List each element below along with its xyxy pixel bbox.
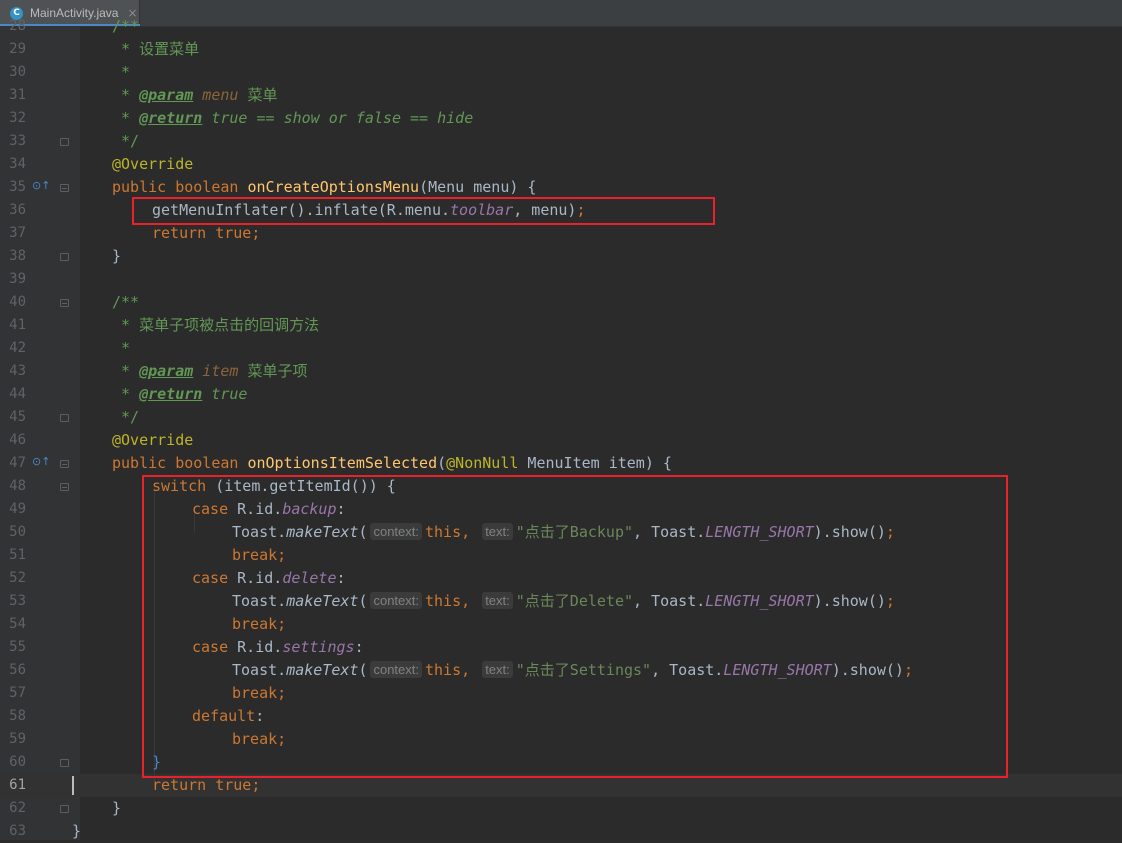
line-number: 56: [9, 662, 26, 678]
highlight-box-inflate: [132, 197, 715, 225]
line-number: 62: [9, 800, 26, 816]
highlight-box-switch: [142, 475, 1008, 778]
line-number: 31: [9, 87, 26, 103]
line-number: 54: [9, 616, 26, 632]
line-number: 47: [9, 455, 26, 471]
code-line-46: @Override: [112, 431, 194, 449]
line-number: 41: [9, 317, 26, 333]
line-number: 46: [9, 432, 26, 448]
line-number: 33: [9, 133, 26, 149]
code-line-34: @Override: [112, 155, 194, 173]
tab-title: MainActivity.java: [30, 6, 119, 20]
code-line-41: * 菜单子项被点击的回调方法: [112, 316, 320, 334]
fold-icon[interactable]: [60, 805, 69, 813]
fold-icon[interactable]: [60, 138, 69, 146]
code-line-30: *: [112, 63, 131, 81]
line-number: 36: [9, 202, 26, 218]
line-number: 53: [9, 593, 26, 609]
line-number: 59: [9, 731, 26, 747]
fold-icon[interactable]: [60, 759, 69, 767]
code-line-43: * @param item 菜单子项: [112, 362, 308, 380]
code-line-44: * @return true: [112, 385, 248, 403]
code-line-32: * @return true == show or false == hide: [112, 109, 474, 127]
line-number: 60: [9, 754, 26, 770]
code-line-35: public boolean onCreateOptionsMenu(Menu …: [112, 178, 537, 196]
line-number: 52: [9, 570, 26, 586]
line-number: 32: [9, 110, 26, 126]
fold-icon[interactable]: [60, 253, 69, 261]
fold-icon[interactable]: [60, 483, 69, 491]
line-number: 28: [9, 18, 26, 34]
code-line-31: * @param menu 菜单: [112, 86, 278, 104]
code-line-33: */: [112, 132, 140, 150]
line-number: 35: [9, 179, 26, 195]
gutter-content: 28 29 30 31 32 33 34 35 36 37 38 39 40 41 42 43 44 45 46 47…: [0, 18, 80, 840]
line-number: 37: [9, 225, 26, 241]
code-line-37: return true;: [152, 224, 261, 242]
code-line-62: }: [112, 799, 122, 817]
fold-icon[interactable]: [60, 299, 69, 307]
line-number: 58: [9, 708, 26, 724]
line-number: 55: [9, 639, 26, 655]
fold-icon[interactable]: [60, 184, 69, 192]
line-number: 43: [9, 363, 26, 379]
code-line-45: */: [112, 408, 140, 426]
text-caret: [72, 776, 74, 795]
code-line-47: public boolean onOptionsItemSelected(@No…: [112, 454, 672, 472]
line-number: 38: [9, 248, 26, 264]
line-number: 49: [9, 501, 26, 517]
fold-icon[interactable]: [60, 460, 69, 468]
line-number: 57: [9, 685, 26, 701]
line-number: 34: [9, 156, 26, 172]
line-number: 42: [9, 340, 26, 356]
code-line-29: * 设置菜单: [112, 40, 200, 58]
line-number: 39: [9, 271, 26, 287]
line-number: 29: [9, 41, 26, 57]
line-number: 40: [9, 294, 26, 310]
line-number: 48: [9, 478, 26, 494]
code-line-42: *: [112, 339, 131, 357]
line-number: 50: [9, 524, 26, 540]
code-line-40: /**: [112, 293, 140, 311]
line-number: 30: [9, 64, 26, 80]
code-line-28: /**: [112, 17, 140, 35]
override-method-icon[interactable]: ⊙↑: [32, 456, 50, 468]
override-method-icon[interactable]: ⊙↑: [32, 180, 50, 192]
line-number: 44: [9, 386, 26, 402]
line-number: 61: [9, 777, 26, 793]
line-number: 51: [9, 547, 26, 563]
editor-tab-bar: C MainActivity.java ×: [0, 0, 1122, 27]
line-number: 45: [9, 409, 26, 425]
code-line-38: }: [112, 247, 122, 265]
fold-icon[interactable]: [60, 414, 69, 422]
